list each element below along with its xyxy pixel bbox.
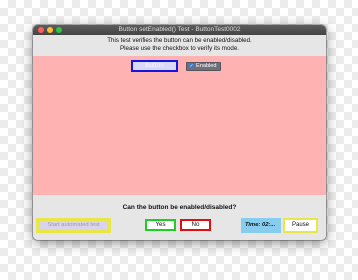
title-bar: Button setEnabled() Test - ButtonTest000… [33, 25, 326, 35]
pause-button[interactable]: Pause [283, 218, 318, 233]
instructions-line-1: This test verifies the button can be ena… [107, 37, 252, 44]
window-title: Button setEnabled() Test - ButtonTest000… [118, 26, 241, 33]
app-window: Button setEnabled() Test - ButtonTest000… [33, 25, 326, 240]
instructions-panel: This test verifies the button can be ena… [33, 35, 326, 56]
test-button[interactable]: Button [131, 60, 178, 72]
instructions-line-2: Please use the checkbox to verify its mo… [120, 45, 239, 52]
question-label: Can the button be enabled/disabled? [122, 204, 237, 211]
checkmark-icon: ✓ [189, 63, 194, 69]
timer-label: Time: 02:... [241, 218, 281, 233]
no-button[interactable]: No [180, 219, 211, 231]
enabled-checkbox-label: Enabled [196, 63, 217, 69]
yes-button[interactable]: Yes [145, 219, 176, 231]
test-area: Button ✓ Enabled [33, 56, 326, 195]
enabled-checkbox[interactable]: ✓ Enabled [186, 62, 221, 71]
pause-button-label: Pause [285, 220, 316, 231]
footer-panel: Can the button be enabled/disabled? Star… [33, 195, 326, 240]
start-automated-test-button[interactable]: Start automated test [36, 218, 111, 233]
start-automated-test-label: Start automated test [40, 221, 107, 230]
